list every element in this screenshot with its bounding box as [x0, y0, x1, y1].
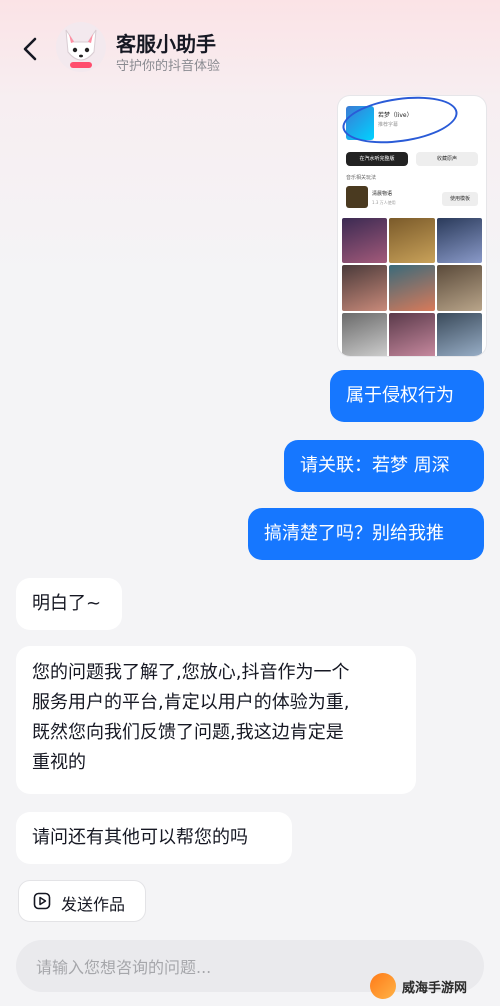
send-work-button[interactable]: 发送作品: [18, 880, 146, 922]
section-label: 音乐相关玩法: [346, 175, 377, 181]
template-thumbnail: [346, 186, 368, 208]
message-text: 搞清楚了吗？别给我推: [264, 523, 444, 544]
watermark: 威海手游网: [370, 970, 496, 1002]
message-text: 请问还有其他可以帮您的吗: [32, 827, 248, 848]
watermark-logo: [370, 973, 396, 999]
message-bubble-outgoing[interactable]: 搞清楚了吗？别给我推: [248, 508, 484, 560]
page-subtitle: 守护你的抖音体验: [116, 59, 221, 74]
message-text: 属于侵权行为: [346, 385, 454, 406]
message-text-line: 重视的: [32, 752, 86, 773]
video-thumbnail: [389, 312, 435, 356]
message-text: 请关联：若梦 周深: [300, 455, 450, 476]
use-template-button: 使用模板: [442, 192, 478, 206]
message-bubble-incoming[interactable]: 请问还有其他可以帮您的吗: [16, 812, 292, 864]
chat-header: 客服小助手 守护你的抖音体验: [0, 0, 500, 100]
hand-drawn-circle: [339, 96, 461, 150]
message-text-line: 您的问题我了解了,您放心,抖音作为一个: [32, 662, 350, 683]
song-title: 若梦（live）: [378, 112, 413, 119]
message-text-line: 既然您向我们反馈了问题,我这边肯定是: [32, 722, 344, 743]
song-subtitle: 推荐字幕: [378, 122, 399, 128]
video-thumbnail-grid: [342, 218, 482, 356]
video-thumbnail: [389, 218, 435, 264]
back-arrow-icon[interactable]: [16, 34, 46, 64]
video-icon: [33, 892, 51, 910]
message-text-line: 服务用户的平台,肯定以用户的体验为重,: [32, 692, 350, 713]
message-bubble-outgoing[interactable]: 请关联：若梦 周深: [284, 440, 484, 492]
shared-image-message[interactable]: 若梦（live） 推荐字幕 在汽水听完整版 收藏原声 音乐相关玩法 清晨物语 1…: [338, 96, 486, 356]
listen-full-button: 在汽水听完整版: [346, 152, 408, 166]
video-thumbnail: [342, 312, 388, 356]
template-name: 清晨物语: [372, 191, 393, 197]
fox-mascot-icon: [65, 29, 97, 68]
message-text: 明白了~: [32, 593, 102, 614]
watermark-text: 威海手游网: [402, 980, 468, 996]
video-thumbnail: [436, 218, 482, 264]
video-thumbnail: [436, 265, 482, 311]
message-bubble-outgoing[interactable]: 属于侵权行为: [330, 370, 484, 422]
video-thumbnail: [436, 312, 482, 356]
send-work-label: 发送作品: [61, 895, 126, 914]
favorite-sound-button: 收藏原声: [416, 152, 478, 166]
page-title: 客服小助手: [116, 32, 216, 56]
message-bubble-incoming[interactable]: 明白了~: [16, 578, 122, 630]
video-thumbnail: [389, 265, 435, 311]
template-count: 1.3 万人使用: [372, 200, 396, 205]
assistant-avatar[interactable]: [56, 22, 106, 72]
message-bubble-incoming[interactable]: 您的问题我了解了,您放心,抖音作为一个 服务用户的平台,肯定以用户的体验为重, …: [16, 646, 416, 794]
video-thumbnail: [342, 265, 388, 311]
video-thumbnail: [342, 218, 388, 264]
